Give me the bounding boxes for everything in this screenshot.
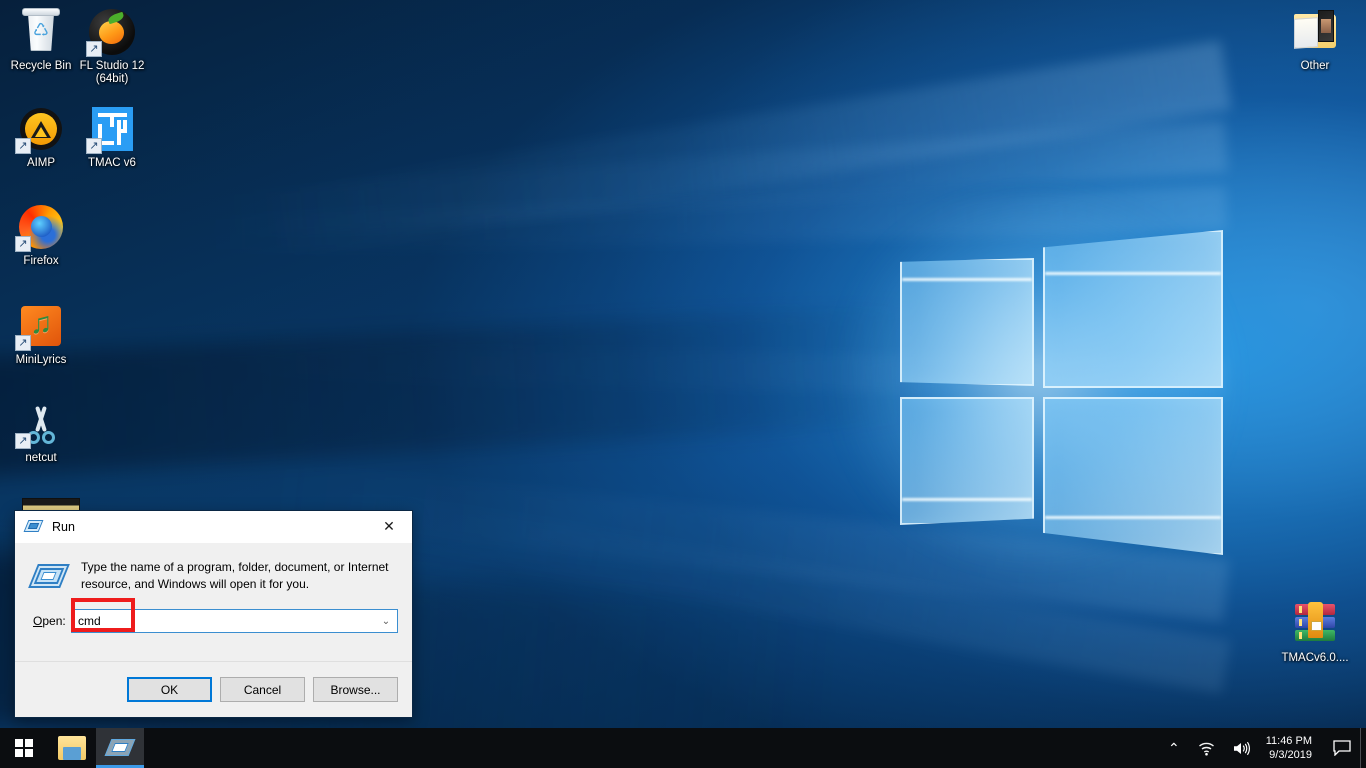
run-icon bbox=[104, 738, 136, 758]
desktop-icon-minilyrics[interactable]: ↗ MiniLyrics bbox=[3, 302, 79, 367]
clock-date: 9/3/2019 bbox=[1269, 749, 1312, 761]
system-tray[interactable]: ⌃ 11:46 PM 9/3/2019 bbox=[1159, 728, 1366, 768]
desktop-icon-label: TMAC v6 bbox=[88, 157, 136, 169]
desktop-icon-label: AIMP bbox=[26, 157, 56, 169]
cancel-button[interactable]: Cancel bbox=[220, 677, 305, 702]
shortcut-arrow-icon: ↗ bbox=[15, 236, 31, 252]
firefox-icon: ↗ bbox=[15, 203, 65, 252]
desktop-icon-firefox[interactable]: ↗ Firefox bbox=[3, 203, 79, 268]
fl-studio-icon: ↗ bbox=[86, 8, 136, 57]
run-dialog-description-row: Type the name of a program, folder, docu… bbox=[15, 543, 412, 593]
show-desktop-button[interactable] bbox=[1360, 728, 1366, 768]
run-dialog-description: Type the name of a program, folder, docu… bbox=[81, 560, 389, 591]
desktop-icon-label: TMACv6.0.... bbox=[1281, 652, 1349, 664]
open-label-rest: pen: bbox=[42, 614, 66, 628]
desktop-icon-label: netcut bbox=[25, 452, 57, 464]
taskbar-clock[interactable]: 11:46 PM 9/3/2019 bbox=[1260, 728, 1324, 768]
run-dialog-body: Type the name of a program, folder, docu… bbox=[15, 543, 412, 633]
folder-icon bbox=[1291, 8, 1339, 56]
desktop-icon-aimp[interactable]: ↗ AIMP bbox=[3, 105, 79, 170]
desktop-icon-netcut[interactable]: ↗ netcut bbox=[3, 400, 79, 465]
open-label-mnemonic: O bbox=[33, 614, 43, 628]
run-icon bbox=[23, 519, 44, 535]
windows-logo-icon bbox=[15, 739, 33, 757]
run-dialog[interactable]: Run ✕ Type the name of a program, folder… bbox=[14, 510, 413, 718]
desktop-icon-tmac-archive[interactable]: TMACv6.0.... bbox=[1277, 600, 1353, 665]
network-button[interactable] bbox=[1189, 728, 1224, 768]
desktop[interactable]: Recycle Bin ↗ FL Studio 12 (64bit) ↗ AIM… bbox=[0, 0, 1366, 768]
run-dialog-title: Run bbox=[52, 520, 75, 534]
run-dialog-button-row: OK Cancel Browse... bbox=[15, 661, 412, 717]
desktop-icon-fl-studio[interactable]: ↗ FL Studio 12 (64bit) bbox=[74, 8, 150, 86]
desktop-icon-label: Recycle Bin bbox=[10, 60, 72, 72]
chevron-up-icon: ⌃ bbox=[1167, 739, 1180, 756]
open-label: Open: bbox=[33, 614, 71, 628]
show-hidden-icons-button[interactable]: ⌃ bbox=[1159, 728, 1189, 768]
shortcut-arrow-icon: ↗ bbox=[15, 433, 31, 449]
close-icon[interactable]: ✕ bbox=[366, 511, 412, 542]
taskbar-file-explorer[interactable] bbox=[48, 728, 96, 768]
desktop-icon-label: FL Studio 12 (64bit) bbox=[79, 60, 145, 85]
run-large-icon bbox=[28, 561, 70, 593]
windows-logo-wallpaper bbox=[893, 225, 1228, 560]
open-input[interactable] bbox=[72, 610, 375, 632]
chevron-down-icon[interactable]: ⌄ bbox=[375, 610, 397, 632]
browse-button[interactable]: Browse... bbox=[313, 677, 398, 702]
aimp-icon: ↗ bbox=[15, 105, 65, 154]
taskbar[interactable]: ⌃ 11:46 PM 9/3/2019 bbox=[0, 728, 1366, 768]
volume-button[interactable] bbox=[1224, 728, 1260, 768]
shortcut-arrow-icon: ↗ bbox=[15, 138, 31, 154]
taskbar-run[interactable] bbox=[96, 728, 144, 768]
shortcut-arrow-icon: ↗ bbox=[86, 138, 102, 154]
desktop-icon-label: MiniLyrics bbox=[15, 354, 67, 366]
desktop-icon-label: Firefox bbox=[23, 255, 59, 267]
open-combobox[interactable]: ⌄ bbox=[71, 609, 398, 633]
folder-icon bbox=[58, 736, 86, 760]
clock-time: 11:46 PM bbox=[1265, 735, 1312, 747]
netcut-scissors-icon: ↗ bbox=[15, 400, 65, 449]
shortcut-arrow-icon: ↗ bbox=[15, 335, 31, 351]
speaker-icon bbox=[1233, 741, 1250, 755]
action-center-button[interactable] bbox=[1324, 728, 1360, 768]
recycle-bin-icon bbox=[17, 8, 65, 56]
run-open-row: Open: ⌄ bbox=[15, 593, 412, 633]
start-button[interactable] bbox=[0, 728, 48, 768]
desktop-icon-tmac-v6[interactable]: ↗ TMAC v6 bbox=[74, 105, 150, 170]
wifi-icon bbox=[1198, 742, 1214, 755]
run-dialog-titlebar[interactable]: Run ✕ bbox=[15, 511, 412, 543]
desktop-icon-recycle-bin[interactable]: Recycle Bin bbox=[3, 8, 79, 73]
minilyrics-icon: ↗ bbox=[15, 302, 65, 351]
ok-button[interactable]: OK bbox=[127, 677, 212, 702]
desktop-icon-other-folder[interactable]: Other bbox=[1277, 8, 1353, 73]
shortcut-arrow-icon: ↗ bbox=[86, 41, 102, 57]
winrar-archive-icon bbox=[1291, 600, 1339, 648]
desktop-icon-label: Other bbox=[1300, 60, 1330, 72]
action-center-icon bbox=[1333, 740, 1351, 756]
tmac-icon: ↗ bbox=[86, 105, 136, 154]
